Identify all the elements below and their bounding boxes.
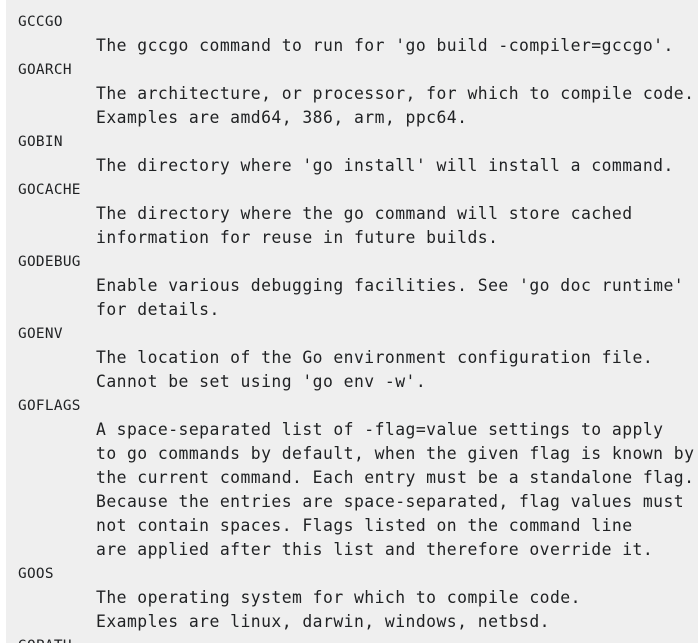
env-var-name: GOARCH (18, 62, 72, 78)
description-line: Because the entries are space-separated,… (96, 492, 685, 511)
env-var-name: GOBIN (18, 134, 63, 150)
env-var-entry-godebug: GODEBUG Enable various debugging faciliti… (18, 250, 694, 322)
env-var-description: The directory where the go command will … (18, 202, 694, 250)
description-line: are applied after this list and therefor… (96, 540, 654, 559)
description-line: The directory where 'go install' will in… (96, 156, 674, 175)
description-line: the current command. Each entry must be … (96, 468, 695, 487)
description-line: to go commands by default, when the give… (96, 444, 695, 463)
env-var-name: GOFLAGS (18, 398, 81, 414)
env-var-description: Enable various debugging facilities. See… (18, 274, 694, 322)
description-line: A space-separated list of -flag=value se… (96, 420, 664, 439)
env-var-name: GCCGO (18, 14, 63, 30)
env-var-list: GCCGO The gccgo command to run for 'go bu… (18, 10, 694, 643)
description-line: Examples are amd64, 386, arm, ppc64. (96, 108, 468, 127)
env-var-entry-goarch: GOARCH The architecture, or processor, fo… (18, 58, 694, 130)
description-line: Cannot be set using 'go env -w'. (96, 372, 427, 391)
env-var-name: GOPATH (18, 634, 694, 643)
description-line: information for reuse in future builds. (96, 228, 499, 247)
env-var-description: The location of the Go environment confi… (18, 346, 694, 394)
env-var-description: The architecture, or processor, for whic… (18, 82, 694, 130)
env-var-entry-goenv: GOENV The location of the Go environment … (18, 322, 694, 394)
env-var-entry-gopath: GOPATH (18, 634, 694, 643)
env-var-name: GOOS (18, 566, 54, 582)
description-line: The architecture, or processor, for whic… (96, 84, 695, 103)
env-var-description: A space-separated list of -flag=value se… (18, 418, 694, 562)
env-var-description: The gccgo command to run for 'go build -… (18, 34, 694, 58)
env-var-entry-gccgo: GCCGO The gccgo command to run for 'go bu… (18, 10, 694, 58)
env-var-name: GOENV (18, 326, 63, 342)
code-block: GCCGO The gccgo command to run for 'go bu… (6, 0, 698, 643)
env-var-entry-goflags: GOFLAGS A space-separated list of -flag=v… (18, 394, 694, 562)
description-line: not contain spaces. Flags listed on the … (96, 516, 633, 535)
env-var-entry-gocache: GOCACHE The directory where the go comman… (18, 178, 694, 250)
env-var-description: The operating system for which to compil… (18, 586, 694, 634)
description-line: The operating system for which to compil… (96, 588, 581, 607)
env-var-name: GOCACHE (18, 182, 81, 198)
env-var-name: GODEBUG (18, 254, 81, 270)
env-var-entry-goos: GOOS The operating system for which to co… (18, 562, 694, 634)
description-line: for details. (96, 300, 220, 319)
description-line: The gccgo command to run for 'go build -… (96, 36, 674, 55)
description-line: Examples are linux, darwin, windows, net… (96, 612, 550, 631)
description-line: The directory where the go command will … (96, 204, 633, 223)
description-line: Enable various debugging facilities. See… (96, 276, 685, 295)
description-line: The location of the Go environment confi… (96, 348, 654, 367)
env-var-entry-gobin: GOBIN The directory where 'go install' wi… (18, 130, 694, 178)
env-var-description: The directory where 'go install' will in… (18, 154, 694, 178)
